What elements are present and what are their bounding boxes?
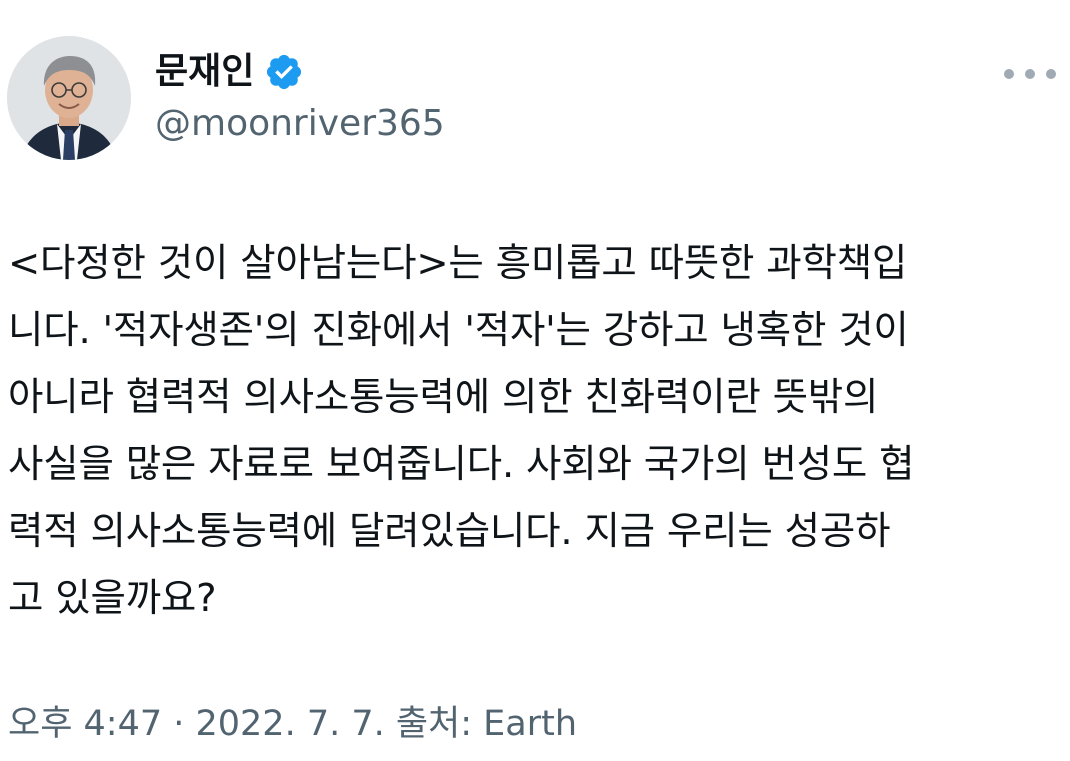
tweet-timestamp[interactable]: 오후 4:47 · 2022. 7. 7. 출처: Earth (8, 698, 577, 750)
author-display-name[interactable]: 문재인 (155, 54, 254, 90)
tweet-text-line: 아니라 협력적 의사소통능력에 의한 친화력이란 뜻밖의 (8, 375, 879, 420)
tweet-text-line: 력적 의사소통능력에 달려있습니다. 지금 우리는 성공하 (8, 509, 891, 554)
more-dot-icon (1025, 69, 1035, 79)
more-options-button[interactable] (1004, 62, 1056, 86)
tweet-text-line: <다정한 것이 살아남는다>는 흥미롭고 따뜻한 과학책입 (8, 241, 908, 286)
tweet-text: <다정한 것이 살아남는다>는 흥미롭고 따뜻한 과학책입 니다. '적자생존'… (8, 230, 1058, 632)
verified-badge-icon (267, 54, 302, 90)
author-name-row: 문재인 (155, 44, 304, 100)
tweet-text-line: 니다. '적자생존'의 진화에서 '적자'는 강하고 냉혹한 것이 (8, 308, 909, 353)
tweet: 문재인 @moonriver365 <다정한 것이 살아남는다>는 흥미롭고 따… (0, 0, 1070, 761)
author-handle[interactable]: @moonriver365 (155, 100, 445, 148)
avatar-image (7, 36, 131, 160)
tweet-text-line: 고 있을까요? (8, 576, 217, 621)
more-dot-icon (1004, 69, 1014, 79)
avatar[interactable] (7, 36, 131, 160)
tweet-text-line: 사실을 많은 자료로 보여줍니다. 사회와 국가의 번성도 협 (8, 442, 915, 487)
more-dot-icon (1046, 69, 1056, 79)
